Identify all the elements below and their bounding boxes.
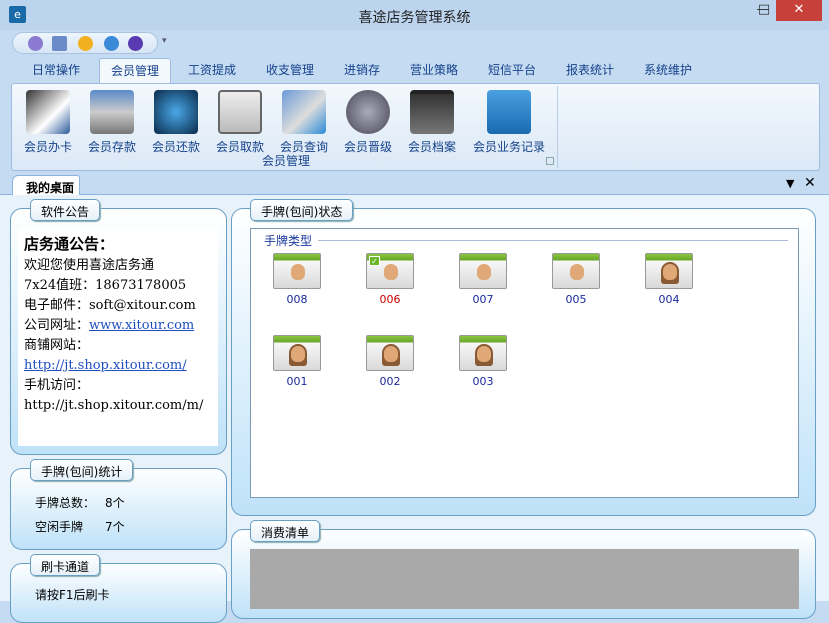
card-number: 005 (565, 293, 587, 306)
shop-label: 商铺网站： (24, 338, 90, 353)
male-avatar-icon (552, 253, 600, 289)
tab-member[interactable]: 会员管理 (99, 58, 171, 84)
card-004[interactable]: 004 (645, 253, 693, 306)
member-card-button[interactable]: 会员办卡 (16, 88, 80, 154)
cards-icon (26, 90, 70, 134)
total-label: 手牌总数： (35, 496, 96, 510)
consumption-panel-label: 消费清单 (250, 520, 321, 542)
card-list (250, 228, 799, 498)
book-icon[interactable] (28, 36, 43, 51)
male-avatar-icon (273, 253, 321, 289)
female-avatar-icon (273, 335, 321, 371)
document-tab-bar (0, 172, 829, 195)
stats-panel-label: 手牌(包间)统计 (30, 459, 134, 481)
notice-panel-label: 软件公告 (30, 199, 101, 221)
company-site-link[interactable]: www.xitour.com (89, 318, 194, 333)
card-number: 008 (286, 293, 308, 306)
shapes-icon (282, 90, 326, 134)
card-number: 002 (379, 375, 401, 388)
member-deposit-button[interactable]: 会员存款 (80, 88, 144, 154)
drive-icon (90, 90, 134, 134)
tab-salary[interactable]: 工资提成 (178, 58, 246, 84)
member-repay-button[interactable]: 会员还款 (144, 88, 208, 154)
printer-icon[interactable] (52, 36, 67, 51)
smiley-icon[interactable] (78, 36, 93, 51)
up-arrow-icon (154, 90, 198, 134)
check-icon: ✓ (369, 256, 380, 266)
ribbon-group-label: 会员管理 (261, 154, 310, 168)
card-channel-hint: 请按F1后刷卡 (35, 588, 110, 602)
mobile-url: http://jt.shop.xitour.com/m/ (24, 398, 204, 413)
member-upgrade-button[interactable]: 会员晋级 (336, 88, 400, 154)
member-archive-button[interactable]: 会员档案 (400, 88, 464, 154)
notice-line: 电子邮件：soft@xitour.com (24, 298, 196, 313)
divider (318, 240, 788, 241)
card-006[interactable]: ✓ 006 (366, 253, 414, 306)
molecule-icon (346, 90, 390, 134)
site-label: 公司网址： (24, 318, 90, 333)
card-001[interactable]: 001 (273, 335, 321, 388)
idle-label: 空闲手牌 (35, 520, 84, 534)
window-title: 喜途店务管理系统 (358, 10, 471, 26)
tab-finance[interactable]: 收支管理 (256, 58, 324, 84)
tab-strategy[interactable]: 营业策略 (400, 58, 468, 84)
customize-toolbar-chevron-icon[interactable]: ▾ (162, 36, 167, 46)
card-channel-label: 刷卡通道 (30, 554, 101, 576)
tab-my-desktop[interactable]: 我的桌面 (12, 175, 80, 195)
ie-icon[interactable] (104, 36, 119, 51)
notice-heading: 店务通公告： (24, 235, 115, 253)
notice-content: 店务通公告： 欢迎您使用喜途店务通 7x24值班：18673178005 电子邮… (18, 228, 218, 446)
tab-inventory[interactable]: 进销存 (330, 58, 394, 84)
status-panel-label: 手牌(包间)状态 (250, 199, 354, 221)
card-number: 003 (472, 375, 494, 388)
dialog-launcher-icon[interactable] (546, 157, 554, 165)
card-005[interactable]: 005 (552, 253, 600, 306)
shop-site-link[interactable]: http://jt.shop.xitour.com/ (24, 358, 187, 373)
close-button[interactable]: ✕ (776, 0, 822, 21)
male-avatar-icon (459, 253, 507, 289)
notice-line: 欢迎您使用喜途店务通 (24, 258, 155, 273)
card-number: 001 (286, 375, 308, 388)
female-avatar-icon (645, 253, 693, 289)
briefcase-icon (218, 90, 262, 134)
mobile-label: 手机访问： (24, 378, 90, 393)
member-records-button[interactable]: 会员业务记录 (472, 88, 546, 154)
card-002[interactable]: 002 (366, 335, 414, 388)
close-tab-icon[interactable]: ✕ (804, 175, 816, 191)
idle-value: 7个 (105, 520, 125, 534)
folder-check-icon (410, 90, 454, 134)
tab-daily[interactable]: 日常操作 (22, 58, 90, 84)
tab-sms[interactable]: 短信平台 (478, 58, 546, 84)
card-007[interactable]: 007 (459, 253, 507, 306)
card-003[interactable]: 003 (459, 335, 507, 388)
notice-line: 7x24值班：18673178005 (24, 278, 187, 293)
total-value: 8个 (105, 496, 125, 510)
tab-system[interactable]: 系统维护 (634, 58, 702, 84)
envelope-icon (487, 90, 531, 134)
member-query-button[interactable]: 会员查询 (272, 88, 336, 154)
tab-list-dropdown-icon[interactable]: ▼ (786, 177, 794, 190)
female-avatar-icon (459, 335, 507, 371)
maximize-button[interactable]: □ (750, 0, 778, 21)
consumption-grid (250, 549, 799, 609)
card-number: 007 (472, 293, 494, 306)
card-number: 004 (658, 293, 680, 306)
card-type-label: 手牌类型 (264, 234, 313, 248)
card-008[interactable]: 008 (273, 253, 321, 306)
member-withdraw-button[interactable]: 会员取款 (208, 88, 272, 154)
moon-icon[interactable] (128, 36, 143, 51)
tab-reports[interactable]: 报表统计 (556, 58, 624, 84)
female-avatar-icon (366, 335, 414, 371)
male-avatar-icon: ✓ (366, 253, 414, 289)
card-number: 006 (379, 293, 401, 306)
